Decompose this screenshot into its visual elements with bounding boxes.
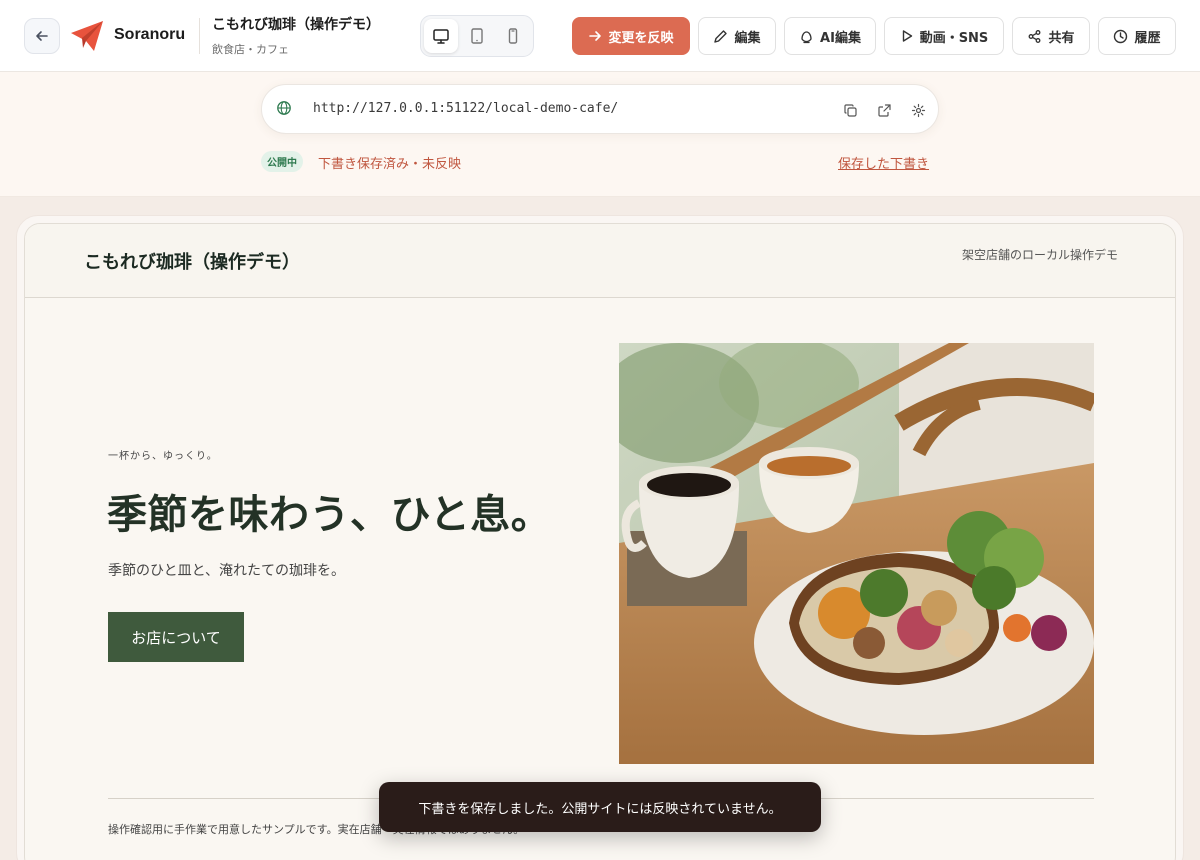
hero-title: 季節を味わう、ひと息。	[107, 492, 552, 538]
smartphone-icon	[508, 28, 518, 44]
hero-food-photo	[619, 343, 1094, 764]
site-preview: こもれび珈琲（操作デモ） 架空店舗のローカル操作デモ 一杯から、ゆっくり。 季節…	[24, 223, 1176, 860]
pencil-icon	[714, 29, 728, 43]
about-store-button[interactable]: お店について	[108, 612, 244, 662]
site-tagline: 架空店舗のローカル操作デモ	[962, 248, 1119, 262]
hero-eyebrow: 一杯から、ゆっくり。	[108, 451, 218, 462]
url-text: http://127.0.0.1:51122/local-demo-cafe/	[313, 101, 619, 116]
edit-button[interactable]: 編集	[698, 17, 776, 55]
copy-icon	[843, 103, 857, 117]
brand-name: Soranoru	[114, 26, 186, 43]
top-bar: Soranoru こもれび珈琲（操作デモ） 飲食店・カフェ 変更を反映 編集 A…	[0, 0, 1200, 72]
video-sns-button[interactable]: 動画・SNS	[884, 17, 1004, 55]
play-icon	[902, 30, 912, 42]
device-toggle-group	[420, 15, 534, 57]
desktop-view-button[interactable]	[424, 19, 458, 53]
draft-status-text: 下書き保存済み・未反映	[318, 157, 462, 172]
monitor-icon	[433, 29, 449, 44]
divider	[199, 18, 200, 54]
ai-edit-button[interactable]: AI編集	[784, 17, 876, 55]
paper-plane-logo-icon	[71, 21, 103, 51]
status-badge: 公開中	[261, 151, 303, 172]
site-title: こもれび珈琲（操作デモ）	[212, 17, 380, 33]
share-label: 共有	[1048, 30, 1075, 46]
publish-label: 変更を反映	[608, 30, 674, 46]
site-category: 飲食店・カフェ	[212, 43, 289, 56]
mobile-view-button[interactable]	[496, 19, 530, 53]
open-external-button[interactable]	[874, 100, 894, 120]
history-label: 履歴	[1134, 30, 1161, 46]
history-button[interactable]: 履歴	[1098, 17, 1176, 55]
tablet-icon	[471, 28, 483, 44]
settings-button[interactable]	[908, 100, 928, 120]
arrow-right-icon	[589, 31, 602, 41]
share-button[interactable]: 共有	[1012, 17, 1090, 55]
gear-icon	[911, 103, 925, 117]
ai-sparkle-icon	[801, 30, 812, 43]
url-bar[interactable]: http://127.0.0.1:51122/local-demo-cafe/	[261, 84, 939, 134]
ai-edit-label: AI編集	[820, 30, 861, 46]
edit-label: 編集	[734, 30, 761, 46]
site-logo-text[interactable]: こもれび珈琲（操作デモ）	[84, 248, 300, 274]
video-sns-label: 動画・SNS	[919, 30, 989, 46]
clock-icon	[1114, 29, 1128, 43]
arrow-left-icon	[36, 31, 48, 41]
saved-draft-link[interactable]: 保存した下書き	[838, 153, 929, 172]
site-header: こもれび珈琲（操作デモ） 架空店舗のローカル操作デモ	[25, 224, 1175, 298]
publish-changes-button[interactable]: 変更を反映	[572, 17, 690, 55]
external-link-icon	[877, 103, 891, 117]
hero-description: 季節のひと皿と、淹れたての珈琲を。	[108, 563, 346, 579]
toast-notification: 下書きを保存しました。公開サイトには反映されていません。	[379, 782, 821, 832]
copy-url-button[interactable]	[840, 100, 860, 120]
globe-icon	[277, 101, 291, 115]
back-button[interactable]	[24, 18, 60, 54]
toast-message: 下書きを保存しました。公開サイトには反映されていません。	[418, 801, 782, 817]
tablet-view-button[interactable]	[460, 19, 494, 53]
preview-bar: http://127.0.0.1:51122/local-demo-cafe/ …	[0, 72, 1200, 197]
share-icon	[1029, 29, 1041, 43]
